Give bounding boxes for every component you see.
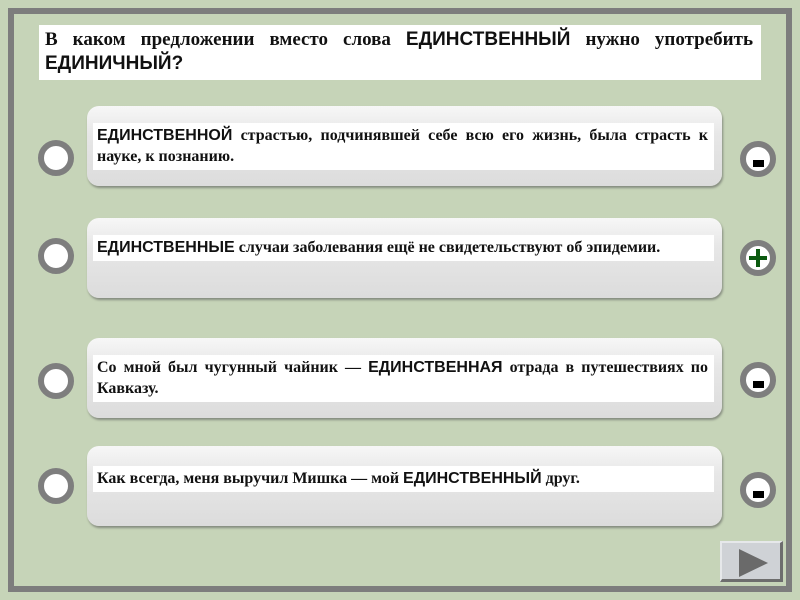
- question-text-part2: нужно употребить: [570, 29, 753, 50]
- question-text-part1: В каком предложении вместо слова: [45, 29, 406, 50]
- option-4-result-badge: [740, 472, 776, 508]
- question-keyword-1: ЕДИНСТВЕННЫЙ: [405, 29, 571, 50]
- next-slide-button[interactable]: [720, 541, 783, 582]
- option-2-rest: случаи заболевания ещё не свидетельствую…: [234, 239, 661, 256]
- option-4-text: Как всегда, меня выручил Мишка — мой ЕДИ…: [93, 466, 714, 492]
- option-1-text: ЕДИНСТВЕННОЙ страстью, подчинявшей себе …: [93, 123, 714, 170]
- question-box: В каком предложении вместо слова ЕДИНСТВ…: [39, 25, 761, 80]
- option-1-keyword: ЕДИНСТВЕННОЙ: [97, 127, 233, 144]
- option-3-result-badge: [740, 362, 776, 398]
- minus-icon: [752, 381, 764, 388]
- option-2-keyword: ЕДИНСТВЕННЫЕ: [97, 239, 235, 256]
- option-4-keyword: ЕДИНСТВЕННЫЙ: [403, 470, 542, 487]
- option-3-before: Со мной был чугунный чайник —: [97, 359, 369, 376]
- option-3-radio[interactable]: [38, 363, 74, 399]
- option-1-radio[interactable]: [38, 140, 74, 176]
- option-4-rest: друг.: [541, 470, 580, 487]
- play-triangle-icon: [739, 549, 768, 577]
- option-2-card[interactable]: ЕДИНСТВЕННЫЕ случаи заболевания ещё не с…: [87, 218, 722, 298]
- option-3-keyword: ЕДИНСТВЕННАЯ: [368, 359, 503, 376]
- option-3-card[interactable]: Со мной был чугунный чайник — ЕДИНСТВЕНН…: [87, 338, 722, 418]
- option-1-card[interactable]: ЕДИНСТВЕННОЙ страстью, подчинявшей себе …: [87, 106, 722, 186]
- minus-icon: [752, 160, 764, 167]
- option-1-result-badge: [740, 141, 776, 177]
- option-4-before: Как всегда, меня выручил Мишка — мой: [97, 470, 404, 487]
- option-2-radio[interactable]: [38, 238, 74, 274]
- option-4-radio[interactable]: [38, 468, 74, 504]
- option-2-result-badge: [740, 240, 776, 276]
- option-2-text: ЕДИНСТВЕННЫЕ случаи заболевания ещё не с…: [93, 235, 714, 261]
- minus-icon: [752, 491, 764, 498]
- option-4-card[interactable]: Как всегда, меня выручил Мишка — мой ЕДИ…: [87, 446, 722, 526]
- question-keyword-2: ЕДИНИЧНЫЙ?: [45, 53, 184, 74]
- plus-icon: [748, 248, 768, 268]
- option-3-text: Со мной был чугунный чайник — ЕДИНСТВЕНН…: [93, 355, 714, 402]
